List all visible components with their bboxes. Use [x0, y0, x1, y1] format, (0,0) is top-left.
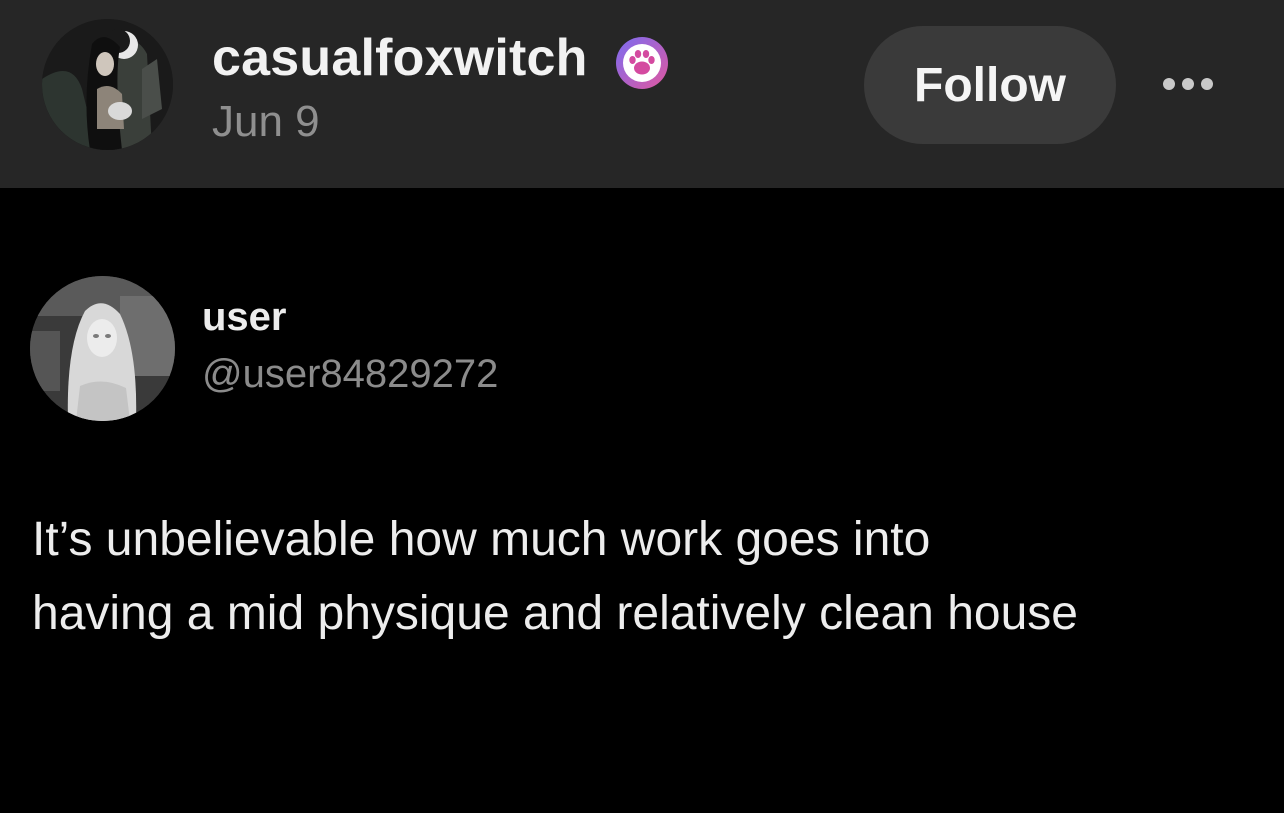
- quoted-tweet-text: It’s unbelievable how much work goes int…: [32, 503, 1262, 651]
- post-header: casualfoxwitch Jun 9 Follow: [0, 0, 1284, 188]
- quoted-avatar-image: [30, 276, 175, 421]
- follow-button[interactable]: Follow: [864, 26, 1116, 144]
- author-avatar-image: [42, 19, 173, 150]
- author-avatar[interactable]: [42, 19, 173, 150]
- more-dot: [1182, 78, 1194, 90]
- paw-badge-icon: [615, 36, 669, 90]
- quoted-avatar: [30, 276, 175, 421]
- more-dot: [1201, 78, 1213, 90]
- more-options-icon[interactable]: [1150, 66, 1226, 102]
- tweet-text-line: having a mid physique and relatively cle…: [32, 587, 1078, 640]
- post-date: Jun 9: [212, 97, 320, 146]
- more-dot: [1163, 78, 1175, 90]
- quoted-handle: @user84829272: [202, 352, 499, 396]
- tweet-text-line: It’s unbelievable how much work goes int…: [32, 513, 931, 566]
- quoted-display-name: user: [202, 295, 287, 339]
- author-username[interactable]: casualfoxwitch: [212, 28, 588, 88]
